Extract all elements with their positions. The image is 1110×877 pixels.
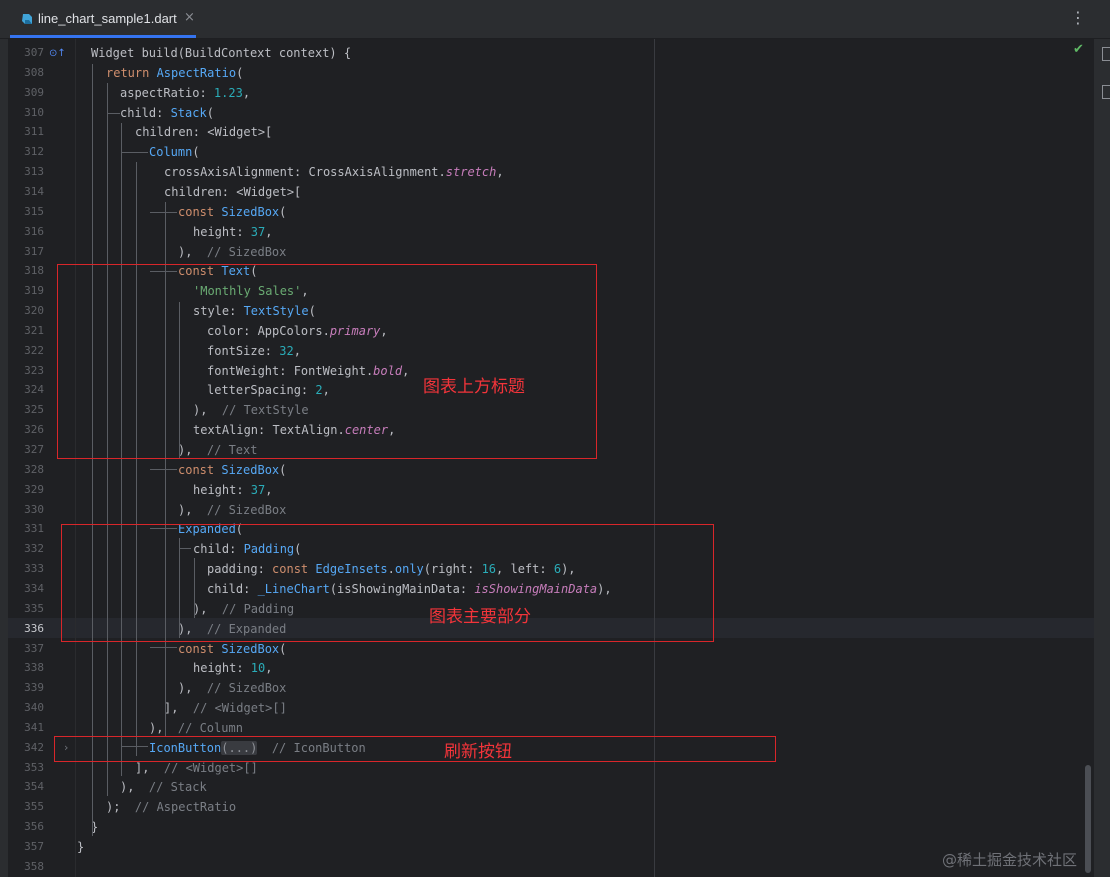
code-line[interactable]: 314 children: <Widget>[ [0,182,1094,202]
code-text: height: 37, [193,482,273,497]
line-number: 333 [24,562,44,576]
code-text: ), // SizedBox [178,244,287,259]
tree-guide-connector [150,647,177,648]
line-number: 357 [24,840,44,853]
line-number: 332 [24,542,44,556]
code-line[interactable]: 356} [0,817,1094,837]
code-text: const SizedBox( [178,204,287,219]
line-number: 317 [24,244,44,258]
refresh-button-annotation: 刷新按钮 [444,742,512,762]
code-text: children: <Widget>[ [135,125,273,140]
code-text: height: 10, [193,661,273,676]
line-number: 308 [24,65,44,79]
code-text: ), // SizedBox [178,502,287,517]
code-text: const SizedBox( [178,462,287,477]
code-line[interactable]: 358 [0,857,1094,877]
line-number: 338 [24,661,44,675]
line-number: 328 [24,462,44,476]
code-text: ), // Stack [120,780,207,795]
code-text: ); // AspectRatio [106,800,237,815]
line-number: 334 [24,581,44,595]
title-highlight-box [57,264,597,459]
title-annotation: 图表上方标题 [423,377,525,397]
code-text: crossAxisAlignment: CrossAxisAlignment.s… [164,165,504,180]
tree-guide-connector [121,152,148,153]
code-line[interactable]: 307 Widget build(BuildContext context) { [0,43,1094,63]
line-number: 315 [24,204,44,218]
line-number: 341 [24,720,44,734]
code-line[interactable]: 309 aspectRatio: 1.23, [0,83,1094,103]
line-number: 335 [24,601,44,615]
tree-guide-connector [150,212,177,213]
code-text: aspectRatio: 1.23, [120,85,251,100]
line-number: 337 [24,641,44,655]
right-tool-strip [1094,39,1110,877]
editor-tab-bar: line_chart_sample1.dart × ⋮ [0,0,1110,39]
line-number: 325 [24,403,44,417]
code-text: ), // SizedBox [178,681,287,696]
code-text: ], // <Widget>[] [164,701,287,716]
code-line[interactable]: 357} [0,837,1094,857]
bookmark-icon[interactable] [1102,85,1110,99]
code-text: height: 37, [193,224,273,239]
code-line[interactable]: 310 child: Stack( [0,103,1094,123]
line-number: 336 [24,621,44,635]
code-text: Column( [149,145,200,160]
line-number: 321 [24,323,44,337]
code-text: ), // Column [149,720,243,735]
line-number: 326 [24,423,44,437]
tree-guide-connector [107,113,120,114]
line-number: 318 [24,264,44,278]
line-number: 322 [24,343,44,357]
line-number: 316 [24,224,44,238]
line-number: 353 [24,760,44,774]
line-number: 356 [24,820,44,834]
tree-guide-connector [150,469,177,470]
line-number: 355 [24,800,44,814]
file-tab-label: line_chart_sample1.dart [38,11,177,26]
code-text: child: Stack( [120,105,214,120]
line-number: 324 [24,383,44,397]
code-line[interactable]: 354 ), // Stack [0,777,1094,797]
watermark: @稀土掘金技术社区 [942,851,1078,869]
chart-highlight-box [61,524,714,642]
close-icon[interactable]: × [184,10,195,25]
line-number: 331 [24,522,44,536]
main-chart-annotation: 图表主要部分 [429,607,531,627]
line-number: 313 [24,165,44,179]
line-number: 354 [24,780,44,794]
line-number: 342 [24,740,44,754]
code-line[interactable]: 311 children: <Widget>[ [0,122,1094,142]
line-number: 309 [24,85,44,99]
line-number: 329 [24,482,44,496]
more-options-icon[interactable]: ⋮ [1070,8,1086,27]
code-line[interactable]: 313 crossAxisAlignment: CrossAxisAlignmen… [0,162,1094,182]
code-line[interactable]: 312 Column( [0,142,1094,162]
line-number: 311 [24,125,44,139]
line-number: 339 [24,681,44,695]
code-text: } [77,840,85,854]
line-number: 307 [24,46,44,59]
line-number: 310 [24,105,44,119]
line-number: 314 [24,184,44,198]
dart-file-icon [22,14,32,24]
bookmark-icon[interactable] [1102,47,1110,61]
line-number: 340 [24,701,44,715]
code-line[interactable]: 355 ); // AspectRatio [0,797,1094,817]
line-number: 320 [24,304,44,318]
code-text: Widget build(BuildContext context) { [91,46,352,60]
tree-guide-line [136,162,137,756]
active-tab-indicator [10,35,196,38]
line-number: 327 [24,443,44,456]
line-number: 319 [24,284,44,298]
line-number: 330 [24,502,44,516]
code-line[interactable]: 308 return AspectRatio( [0,63,1094,83]
line-number: 358 [24,859,44,873]
code-text: return AspectRatio( [106,65,244,80]
code-text: children: <Widget>[ [164,184,302,199]
line-number: 323 [24,363,44,377]
file-tab[interactable]: line_chart_sample1.dart × [10,0,196,38]
line-number: 312 [24,145,44,159]
refresh-highlight-box [54,736,776,762]
